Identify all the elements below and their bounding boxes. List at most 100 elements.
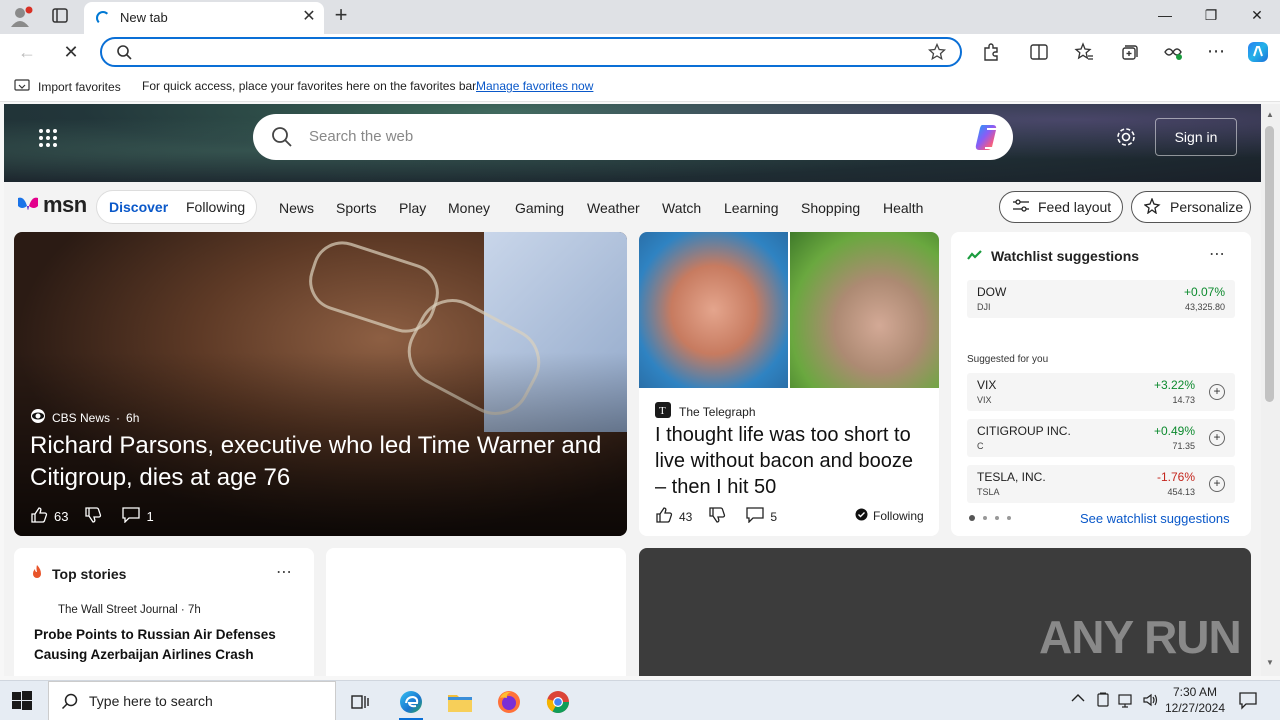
comment-icon[interactable]	[122, 507, 141, 526]
nav-learning[interactable]: Learning	[724, 200, 779, 216]
extensions-icon[interactable]	[979, 40, 1003, 64]
feed-layout-button[interactable]: Feed layout	[999, 191, 1123, 223]
msn-logo[interactable]: msn	[16, 192, 87, 218]
nav-sports[interactable]: Sports	[336, 200, 376, 216]
favorites-icon[interactable]	[1072, 40, 1096, 64]
system-clock[interactable]: 7:30 AM 12/27/2024	[1162, 684, 1228, 716]
address-input[interactable]	[142, 43, 902, 61]
like-icon[interactable]	[655, 506, 673, 527]
scroll-thumb[interactable]	[1265, 126, 1274, 402]
msn-logo-text: msn	[43, 192, 87, 217]
story-headline[interactable]: Probe Points to Russian Air Defenses Cau…	[34, 625, 294, 665]
tab-actions-icon[interactable]	[48, 5, 72, 27]
nav-health[interactable]: Health	[883, 200, 923, 216]
personalize-button[interactable]: Personalize	[1131, 191, 1251, 223]
copilot-icon[interactable]	[973, 123, 1003, 156]
stock-ticker: TSLA	[977, 487, 1000, 497]
stock-value: 14.73	[1172, 395, 1195, 405]
favorites-bar: Import favorites For quick access, place…	[0, 70, 1280, 102]
settings-gear-icon[interactable]	[1115, 126, 1137, 153]
scroll-down-icon[interactable]: ▼	[1265, 658, 1275, 667]
profile-icon[interactable]	[8, 5, 34, 29]
taskbar-search-placeholder: Type here to search	[89, 693, 213, 709]
pager-dot[interactable]	[969, 515, 975, 521]
pager-dot[interactable]	[995, 516, 999, 520]
show-hidden-icons-icon[interactable]	[1071, 692, 1085, 706]
back-button[interactable]: ←	[14, 40, 40, 64]
watchlist-row[interactable]: TESLA, INC. TSLA -1.76% 454.13 +	[967, 465, 1235, 503]
tab-discover[interactable]: Discover	[109, 199, 168, 215]
task-view-icon[interactable]	[340, 685, 380, 719]
top-stories-more-icon[interactable]: ⋯	[276, 562, 292, 582]
restore-button[interactable]: ❐	[1196, 4, 1226, 26]
hero-story-card[interactable]: CBS News · 6h Richard Parsons, executive…	[14, 232, 627, 536]
nav-money[interactable]: Money	[448, 200, 490, 216]
manage-favorites-link[interactable]: Manage favorites now	[476, 79, 593, 93]
close-tab-icon[interactable]: ✕	[300, 8, 318, 26]
stock-change: -1.76%	[1156, 470, 1195, 484]
story-headline[interactable]: Richard Parsons, executive who led Time …	[30, 430, 620, 494]
page-scrollbar[interactable]: ▲ ▼	[1261, 104, 1280, 676]
firefox-taskbar-icon[interactable]	[489, 685, 529, 719]
pager-dot[interactable]	[983, 516, 987, 520]
video-card[interactable]: ANY RUN	[639, 548, 1251, 676]
nav-news[interactable]: News	[279, 200, 314, 216]
nav-watch[interactable]: Watch	[662, 200, 701, 216]
dislike-icon[interactable]	[708, 506, 726, 527]
watchlist-row[interactable]: VIX VIX +3.22% 14.73 +	[967, 373, 1235, 411]
chrome-taskbar-icon[interactable]	[538, 685, 578, 719]
nav-shopping[interactable]: Shopping	[801, 200, 860, 216]
comment-count: 5	[770, 509, 778, 524]
navigation-bar: ← ✕ ⋯	[0, 34, 1280, 70]
scroll-up-icon[interactable]: ▲	[1265, 110, 1275, 119]
add-to-watchlist-icon[interactable]: +	[1209, 430, 1225, 446]
new-tab-button[interactable]: +	[330, 4, 352, 26]
close-window-button[interactable]: ✕	[1242, 4, 1272, 26]
notification-center-icon[interactable]	[1238, 690, 1258, 713]
sliders-icon	[1012, 198, 1030, 216]
nav-weather[interactable]: Weather	[587, 200, 640, 216]
windows-start-icon[interactable]	[12, 691, 32, 716]
volume-icon[interactable]	[1142, 692, 1160, 711]
import-favorites-button[interactable]: Import favorites	[14, 78, 121, 95]
more-options-icon[interactable]: ⋯	[1204, 40, 1228, 64]
add-to-watchlist-icon[interactable]: +	[1209, 476, 1225, 492]
stock-value: 454.13	[1167, 487, 1195, 497]
following-status[interactable]: Following	[855, 508, 924, 524]
file-explorer-icon[interactable]	[440, 685, 480, 719]
tab-following[interactable]: Following	[186, 199, 245, 215]
copilot-icon[interactable]	[1246, 40, 1270, 64]
import-icon	[14, 78, 30, 95]
battery-icon[interactable]	[1095, 692, 1111, 711]
nav-play[interactable]: Play	[399, 200, 426, 216]
like-icon[interactable]	[30, 506, 48, 527]
nav-gaming[interactable]: Gaming	[515, 200, 564, 216]
see-watchlist-link[interactable]: See watchlist suggestions	[1080, 511, 1230, 526]
tab-new-tab[interactable]: New tab ✕	[84, 2, 324, 34]
flame-icon	[30, 564, 44, 583]
network-icon[interactable]	[1118, 692, 1136, 711]
favorite-star-icon[interactable]	[927, 42, 947, 66]
edge-taskbar-icon[interactable]	[391, 685, 431, 720]
stock-ticker: C	[977, 441, 984, 451]
collections-icon[interactable]	[1117, 40, 1141, 64]
like-count: 43	[679, 509, 693, 524]
dislike-icon[interactable]	[84, 506, 102, 527]
sign-in-button[interactable]: Sign in	[1155, 118, 1237, 156]
browser-essentials-icon[interactable]	[1161, 40, 1185, 64]
split-screen-icon[interactable]	[1027, 40, 1051, 64]
comment-icon[interactable]	[746, 507, 765, 526]
watchlist-more-icon[interactable]: ⋯	[1209, 244, 1225, 264]
minimize-button[interactable]: —	[1150, 4, 1180, 26]
stop-button[interactable]: ✕	[58, 40, 84, 64]
watchlist-row[interactable]: DOW DJI +0.07% 43,325.80	[967, 280, 1235, 318]
pager-dot[interactable]	[1007, 516, 1011, 520]
telegraph-story-card[interactable]: T The Telegraph I thought life was too s…	[639, 232, 939, 536]
apps-grid-icon[interactable]	[38, 128, 58, 153]
watchlist-row[interactable]: CITIGROUP INC. C +0.49% 71.35 +	[967, 419, 1235, 457]
taskbar-search-box[interactable]: Type here to search	[48, 681, 336, 720]
web-search-box[interactable]: Search the web	[253, 114, 1013, 160]
story-headline[interactable]: I thought life was too short to live wit…	[655, 422, 925, 500]
address-bar[interactable]	[100, 37, 962, 67]
add-to-watchlist-icon[interactable]: +	[1209, 384, 1225, 400]
